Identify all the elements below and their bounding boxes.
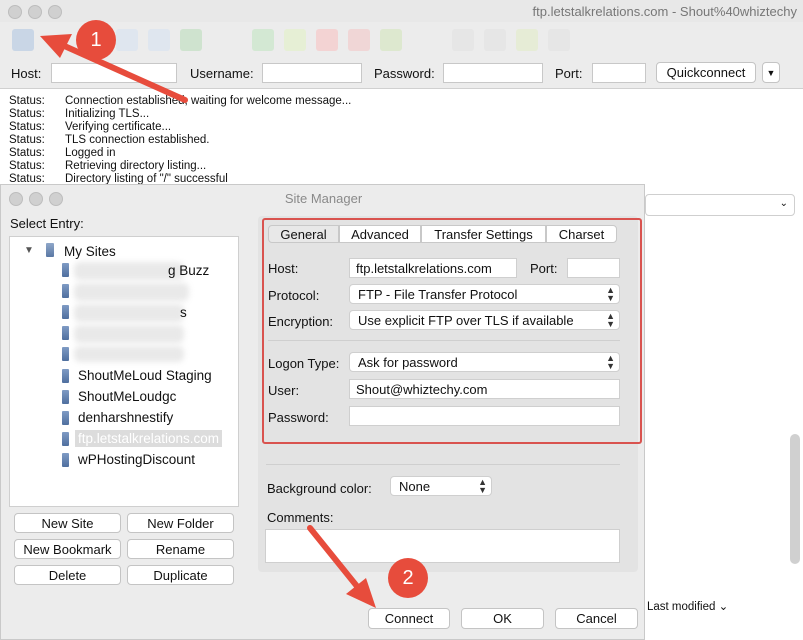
- annotation-arrows: [40, 34, 376, 608]
- step-2-badge: 2: [388, 558, 428, 598]
- arrow-2-icon: [307, 525, 376, 608]
- step-1-badge: 1: [76, 20, 116, 60]
